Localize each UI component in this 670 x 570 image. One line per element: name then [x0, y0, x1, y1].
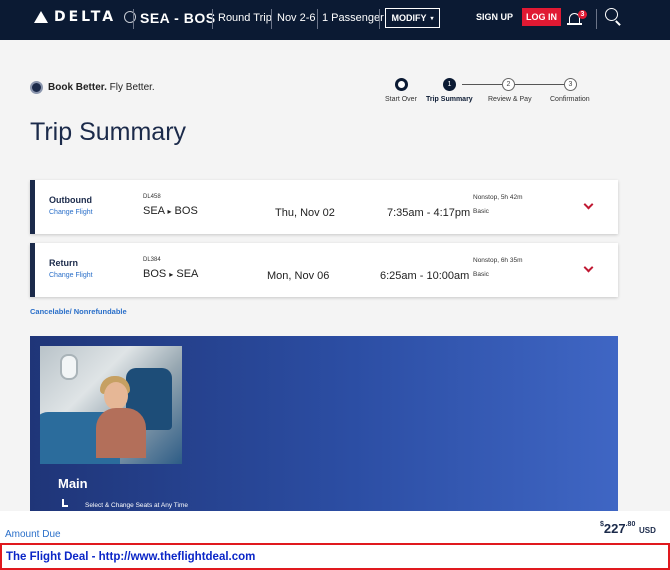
brand-name: DELTA	[54, 9, 117, 25]
destination-code: SEA	[176, 268, 199, 280]
top-nav: DELTA SEA - BOS Round Trip Nov 2-6 1 Pas…	[0, 0, 670, 40]
watermark-banner: The Flight Deal - http://www.theflightde…	[0, 543, 670, 570]
amount-dollars: 227	[603, 521, 626, 536]
divider	[212, 9, 213, 29]
flight-route: SEA ▸ BOS	[143, 205, 198, 217]
step-3-indicator: 3	[564, 78, 577, 91]
amount-due-label: Amount Due	[5, 529, 61, 540]
cabin-title: Main	[58, 476, 88, 491]
flight-number: DL384	[143, 257, 161, 263]
flight-duration: Nonstop, 5h 42m	[473, 194, 523, 201]
divider	[271, 9, 272, 29]
page-title: Trip Summary	[30, 118, 187, 146]
origin-code: BOS	[143, 268, 167, 280]
step-1-indicator: 1	[443, 78, 456, 91]
step-label-review-pay: Review & Pay	[488, 96, 532, 103]
skyteam-seal-icon	[124, 11, 137, 23]
step-2-indicator: 2	[502, 78, 515, 91]
step-connector	[515, 84, 564, 85]
flight-card-outbound[interactable]: Outbound Change Flight DL458 SEA ▸ BOS T…	[30, 180, 618, 234]
search-icon[interactable]	[605, 8, 623, 26]
divider	[317, 9, 318, 29]
notifications-bell-icon[interactable]: 3	[566, 8, 588, 30]
divider	[596, 9, 597, 29]
cancelable-note[interactable]: Cancelable/ Nonrefundable	[30, 307, 127, 316]
chevron-down-icon[interactable]	[583, 199, 594, 210]
divider	[133, 9, 134, 29]
flight-route: BOS ▸ SEA	[143, 268, 198, 280]
flight-time: 6:25am - 10:00am	[380, 270, 470, 282]
watermark-text: The Flight Deal - http://www.theflightde…	[6, 551, 256, 563]
arrow-icon: ▸	[169, 270, 174, 279]
delta-logo[interactable]: DELTA	[34, 9, 137, 25]
delta-widget-icon	[34, 11, 48, 23]
fare-class: Basic	[473, 208, 489, 215]
trip-dates: Nov 2-6	[277, 12, 316, 24]
amount-due-bar: Amount Due $227.80 USD	[0, 511, 670, 543]
tagline-bold: Book Better.	[48, 82, 107, 93]
leg-label: Outbound	[49, 195, 92, 205]
flight-number: DL458	[143, 194, 161, 200]
tagline-rest: Fly Better.	[106, 82, 155, 93]
main-cabin-promo: Main Select & Change Seats at Any Time	[30, 336, 618, 511]
passenger-count: 1 Passenger	[322, 12, 384, 24]
fare-class: Basic	[473, 271, 489, 278]
sign-up-link[interactable]: SIGN UP	[476, 12, 513, 22]
trip-route: SEA - BOS	[140, 10, 216, 26]
amount-cents: .80	[625, 521, 636, 528]
change-flight-link[interactable]: Change Flight	[49, 209, 93, 216]
modify-button[interactable]: MODIFY ▾	[385, 8, 440, 28]
book-better-icon	[30, 81, 43, 94]
flight-date: Mon, Nov 06	[267, 270, 330, 282]
caret-down-icon: ▾	[430, 15, 434, 22]
chevron-down-icon[interactable]	[583, 262, 594, 273]
change-flight-link[interactable]: Change Flight	[49, 272, 93, 279]
flight-date: Thu, Nov 02	[275, 207, 335, 219]
flight-time: 7:35am - 4:17pm	[387, 207, 471, 219]
arrow-icon: ▸	[167, 207, 172, 216]
leg-label: Return	[49, 258, 78, 268]
flight-card-return[interactable]: Return Change Flight DL384 BOS ▸ SEA Mon…	[30, 243, 618, 297]
notification-badge: 3	[578, 10, 587, 19]
start-over-icon[interactable]	[395, 78, 408, 91]
cabin-feature: Select & Change Seats at Any Time	[85, 502, 188, 509]
step-label-trip-summary: Trip Summary	[426, 96, 473, 103]
origin-code: SEA	[143, 205, 165, 217]
destination-code: BOS	[174, 205, 198, 217]
divider	[379, 9, 380, 29]
seat-icon	[61, 499, 69, 509]
amount-due-value: $227.80 USD	[600, 521, 656, 536]
book-better-tagline: Book Better. Fly Better.	[48, 82, 155, 93]
modify-label: MODIFY	[391, 13, 427, 23]
cabin-photo	[40, 346, 182, 464]
log-in-button[interactable]: LOG IN	[522, 8, 561, 26]
currency-code: USD	[638, 526, 656, 535]
step-connector	[462, 84, 502, 85]
start-over-link[interactable]: Start Over	[385, 96, 417, 103]
flight-duration: Nonstop, 6h 35m	[473, 257, 523, 264]
trip-type: Round Trip	[218, 12, 272, 24]
step-label-confirmation: Confirmation	[550, 96, 590, 103]
